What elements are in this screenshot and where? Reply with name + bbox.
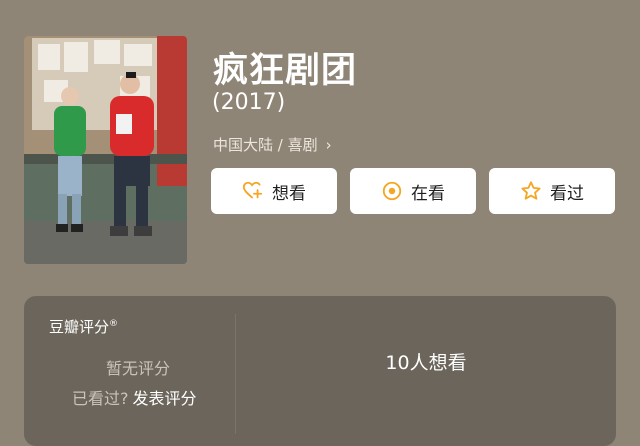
rating-title-text: 豆瓣评分 [49, 318, 110, 336]
watched-prompt-text: 已看过? [72, 389, 129, 408]
heart-plus-icon [242, 180, 264, 202]
poster-note [124, 44, 152, 66]
poster-note [94, 40, 120, 64]
poster-note [38, 44, 60, 70]
watched-prompt: 已看过? 发表评分 [72, 385, 197, 409]
no-rating-text: 暂无评分 [106, 359, 171, 378]
watched-label: 看过 [550, 183, 584, 204]
watching-button[interactable]: 在看 [350, 168, 476, 214]
movie-title: 疯狂剧团 [213, 51, 358, 91]
registered-mark: ® [109, 319, 119, 329]
movie-poster[interactable] [24, 36, 187, 264]
poster-person-right [110, 72, 154, 236]
poster-person-left [54, 87, 86, 232]
movie-meta-text: 中国大陆 / 喜剧 [213, 136, 318, 154]
want-count: 10人想看 [385, 352, 467, 374]
rating-title: 豆瓣评分® [49, 316, 118, 337]
want-button[interactable]: 想看 [211, 168, 337, 214]
poster-note [64, 42, 88, 72]
want-label: 想看 [272, 183, 306, 204]
movie-meta[interactable]: 中国大陆 / 喜剧 › [213, 134, 332, 155]
movie-year: (2017) [212, 90, 286, 115]
rate-link[interactable]: 发表评分 [133, 389, 197, 408]
star-icon [520, 180, 542, 202]
circle-dot-icon [381, 180, 403, 202]
watching-label: 在看 [411, 183, 445, 204]
rating-card: 豆瓣评分® 暂无评分 已看过? 发表评分 10人想看 [24, 296, 616, 446]
chevron-right-icon: › [325, 136, 332, 154]
watched-button[interactable]: 看过 [489, 168, 615, 214]
